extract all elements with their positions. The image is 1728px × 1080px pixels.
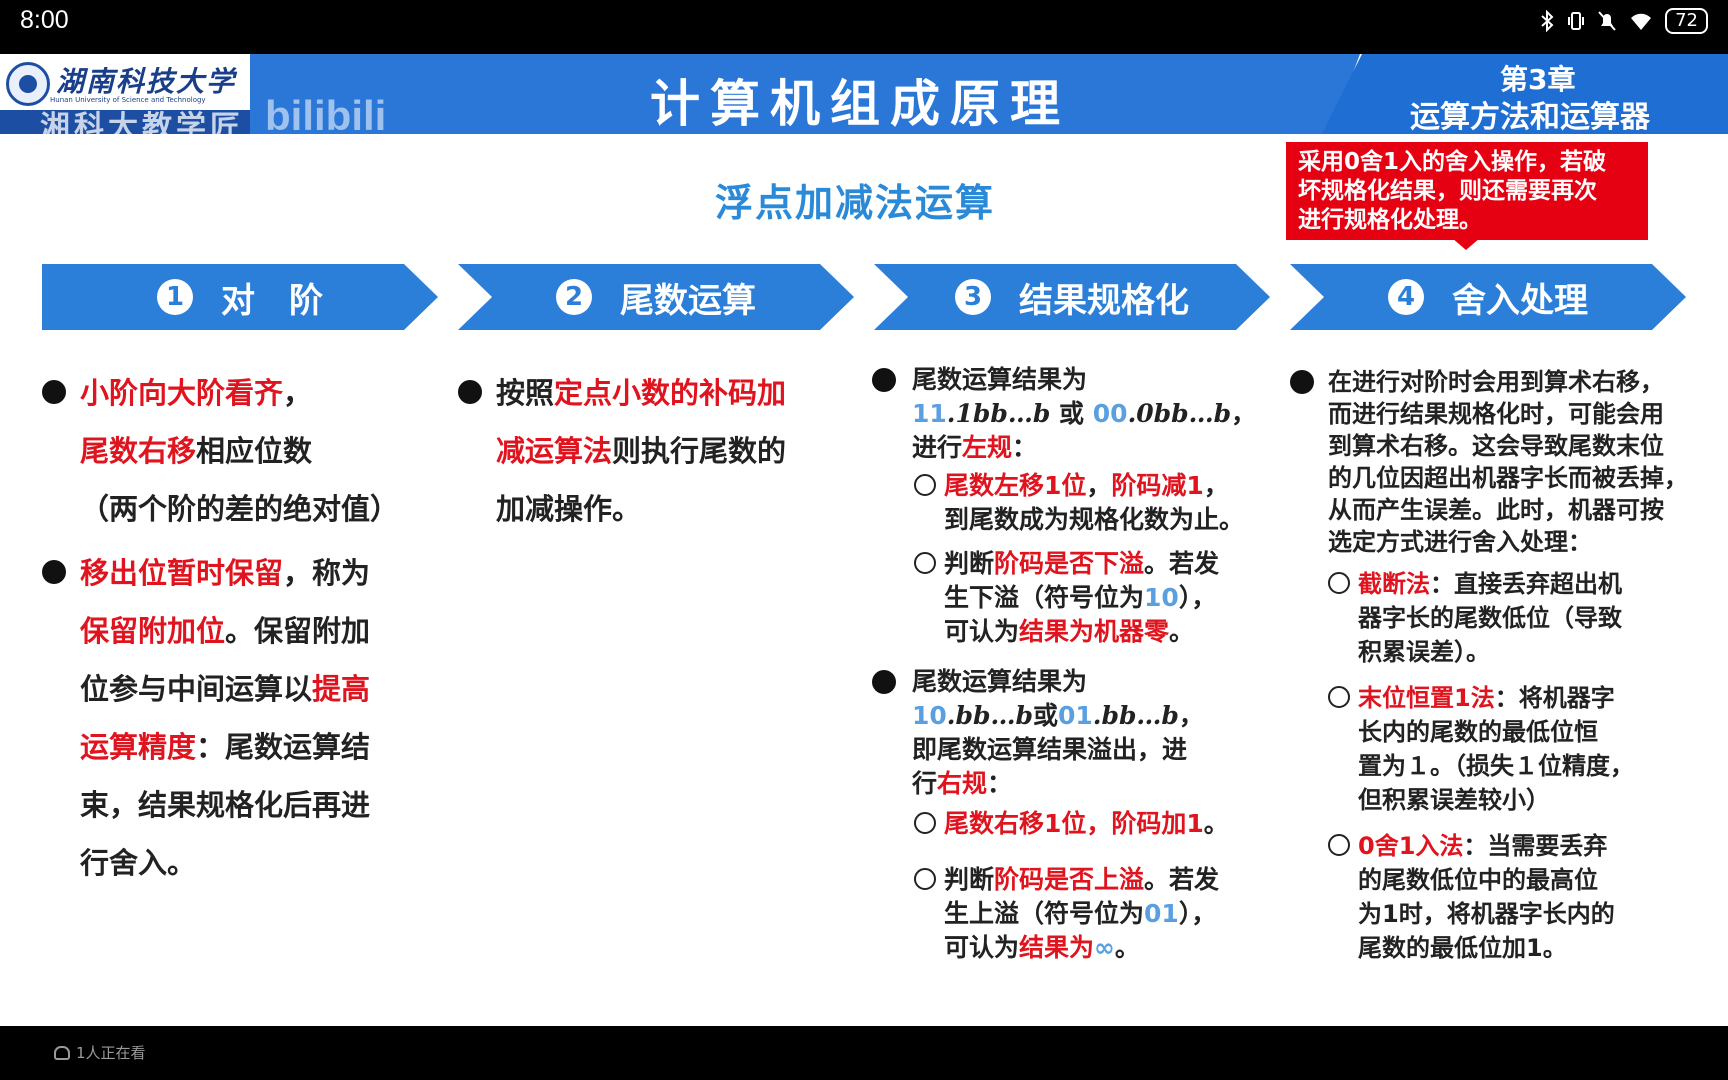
text-line: 保留附加位。保留附加: [80, 614, 371, 648]
viewers-icon: [54, 1045, 70, 1060]
text-line: 小阶向大阶看齐，: [80, 376, 313, 410]
step-number-badge: 2: [556, 279, 592, 315]
text-line: 10.bb…b或01.bb…b，: [912, 701, 1204, 730]
text-line: 束，结果规格化后再进: [80, 788, 371, 822]
callout-pointer: [1452, 238, 1480, 250]
sub-bullet-circle: [1328, 572, 1350, 594]
text-line: 尾数运算结果为: [912, 667, 1088, 696]
viewer-count-label: 1人正在看: [76, 1044, 146, 1062]
slide-subtitle: 浮点加减法运算: [715, 181, 996, 225]
text-line: 的几位因超出机器字长而被丢掉，: [1328, 464, 1688, 492]
text-line: 可认为结果为机器零。: [944, 617, 1195, 646]
text-line: 尾数左移1位，阶码减1，: [944, 471, 1229, 500]
course-title: 计算机组成原理: [650, 75, 1070, 133]
text-line: 行舍入。: [80, 846, 197, 880]
chapter-name: 运算方法和运算器: [1410, 100, 1650, 135]
text-line: 尾数右移相应位数: [80, 434, 313, 468]
text-line: 尾数右移1位，阶码加1。: [944, 809, 1229, 838]
step-label: 对 阶: [221, 280, 323, 321]
step-label: 舍入处理: [1452, 280, 1588, 321]
status-icons: 72: [1539, 8, 1708, 34]
vibrate-icon: [1568, 12, 1585, 30]
text-line: 0舍1入法：当需要丢弃: [1358, 832, 1608, 860]
text-line: 在进行对阶时会用到算术右移，: [1328, 368, 1664, 396]
video-bottom-bar: 1人正在看: [0, 1026, 1728, 1080]
text-line: 按照定点小数的补码加: [496, 376, 787, 410]
text-line: 末位恒置1法：将机器字: [1358, 684, 1615, 712]
logo-chinese-name: 湖南科技大学: [56, 65, 237, 98]
text-line: 生下溢（符号位为10），: [944, 583, 1217, 612]
sub-bullet-circle: [914, 812, 936, 834]
text-line: 位参与中间运算以提高: [80, 672, 371, 706]
text-line: 运算精度：尾数运算结: [80, 730, 371, 764]
channel-watermark: 湘科大教学匠: [40, 110, 244, 145]
text-line: 器字长的尾数低位（导致: [1358, 604, 1622, 632]
text-line: 而进行结果规格化时，可能会用: [1328, 400, 1664, 428]
sub-bullet-circle: [914, 552, 936, 574]
sub-bullet-circle: [914, 474, 936, 496]
viewer-count[interactable]: 1人正在看: [54, 1042, 146, 1063]
text-line: 到尾数成为规格化数为止。: [944, 505, 1245, 534]
text-line: 截断法：直接丢弃超出机: [1358, 570, 1622, 598]
wifi-icon: [1631, 13, 1652, 31]
step-number-badge: 3: [955, 279, 991, 315]
step-arrow-rounding: 4 舍入处理: [1290, 264, 1686, 330]
text-line: 到算术右移。这会导致尾数末位: [1328, 432, 1664, 460]
sub-bullet-circle: [1328, 834, 1350, 856]
text-line: 从而产生误差。此时，机器可按: [1328, 496, 1664, 524]
note-line: 采用0舍1入的舍入操作，若破: [1298, 149, 1607, 175]
text-line: 长内的尾数的最低位恒: [1358, 718, 1598, 746]
text-line: 的尾数低位中的最高位: [1358, 866, 1598, 894]
step-arrow-normalize: 3 结果规格化: [874, 264, 1270, 330]
status-time: 8:00: [20, 6, 69, 34]
text-line: 即尾数运算结果溢出，进: [912, 735, 1188, 764]
bullet-dot: [872, 368, 896, 392]
lecture-slide: 湖南科技大学 Hunan University of Science and T…: [0, 54, 1728, 1026]
status-bar: 8:00 72: [0, 0, 1728, 54]
university-seal-icon: [6, 62, 50, 106]
note-line: 进行规格化处理。: [1298, 207, 1482, 233]
text-line: 但积累误差较小）: [1358, 786, 1550, 814]
bullet-dot: [458, 380, 482, 404]
text-line: 为1时，将机器字长内的: [1358, 900, 1615, 928]
note-line: 坏规格化结果，则还需要再次: [1298, 178, 1597, 204]
slide-header-banner: 湖南科技大学 Hunan University of Science and T…: [0, 54, 1728, 145]
bullet-dot: [1290, 370, 1314, 394]
bullet-dot: [42, 380, 66, 404]
text-line: 可认为结果为∞。: [944, 933, 1140, 962]
text-line: 进行左规：: [912, 433, 1038, 462]
bluetooth-icon: [1541, 10, 1554, 32]
step-number-badge: 1: [157, 279, 193, 315]
text-line: 置为１。（损失１位精度，: [1358, 752, 1634, 780]
bullet-dot: [872, 670, 896, 694]
text-line: 判断阶码是否下溢。若发: [944, 549, 1220, 578]
mute-icon: [1598, 11, 1616, 31]
sub-bullet-circle: [1328, 686, 1350, 708]
bilibili-watermark: bilibili: [265, 92, 387, 139]
step-label: 结果规格化: [1019, 280, 1189, 321]
sub-bullet-circle: [914, 868, 936, 890]
step-number-badge: 4: [1388, 279, 1424, 315]
text-line: 积累误差）。: [1358, 638, 1490, 666]
text-line: 生上溢（符号位为01），: [944, 899, 1217, 928]
text-line: 移出位暂时保留，称为: [80, 556, 371, 590]
text-line: 行右规：: [912, 769, 1013, 798]
bullet-dot: [42, 560, 66, 584]
text-line: 判断阶码是否上溢。若发: [944, 865, 1220, 894]
text-line: （两个阶的差的绝对值）: [80, 492, 400, 526]
text-line: 加减操作。: [496, 492, 642, 526]
text-line: 选定方式进行舍入处理：: [1328, 528, 1592, 556]
step-label: 尾数运算: [620, 280, 756, 321]
text-line: 尾数运算结果为: [912, 365, 1088, 394]
step-arrow-align-exponent: 1 对 阶: [42, 264, 438, 330]
text-line: 减运算法则执行尾数的: [496, 434, 787, 468]
text-line: 11.1bb…b 或 00.0bb…b，: [912, 399, 1257, 428]
battery-indicator: 72: [1665, 8, 1708, 34]
rounding-note-callout: 采用0舍1入的舍入操作，若破 坏规格化结果，则还需要再次 进行规格化处理。: [1286, 142, 1648, 240]
text-line: 尾数的最低位加1。: [1358, 934, 1567, 962]
step-arrow-mantissa-op: 2 尾数运算: [458, 264, 854, 330]
